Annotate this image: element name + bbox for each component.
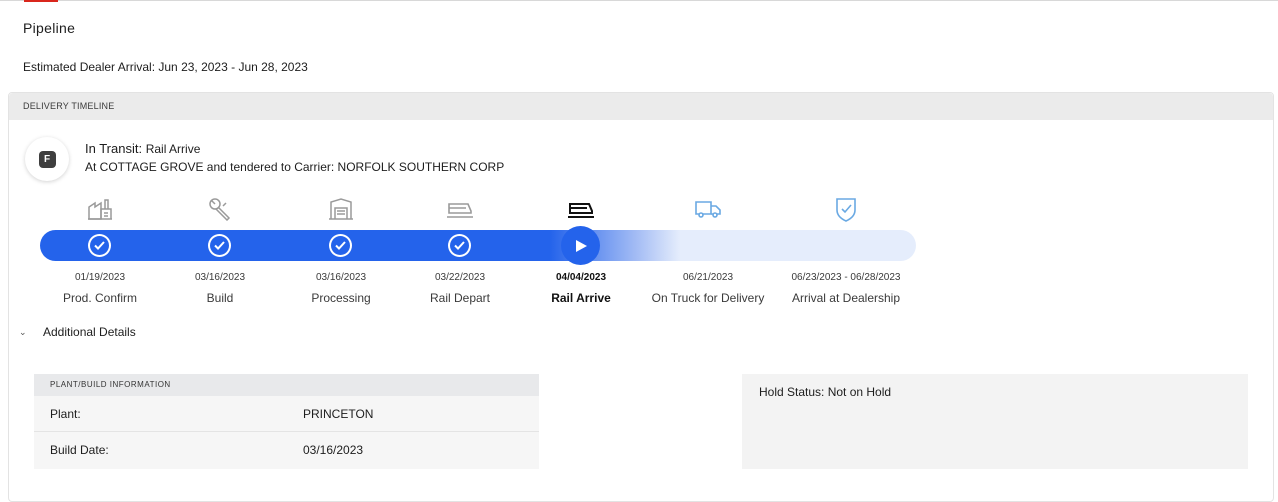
progress-track	[40, 230, 916, 261]
top-divider	[0, 0, 1278, 1]
step-date: 04/04/2023	[555, 272, 607, 283]
delivery-timeline-card: DELIVERY TIMELINE F In Transit: Rail Arr…	[8, 92, 1274, 502]
hold-status-panel: Hold Status: Not on Hold	[742, 374, 1248, 469]
estimated-arrival: Estimated Dealer Arrival: Jun 23, 2023 -…	[23, 60, 308, 74]
info-value: PRINCETON	[303, 407, 374, 421]
step-complete-check	[329, 234, 352, 257]
step-label: Arrival at Dealership	[791, 291, 901, 305]
truck-icon	[693, 196, 723, 222]
step-complete-check	[88, 234, 111, 257]
additional-details-label: Additional Details	[43, 325, 136, 339]
info-label: Plant:	[50, 407, 81, 421]
step-date: 03/22/2023	[434, 272, 486, 283]
step-date: 01/19/2023	[74, 272, 126, 283]
step-complete-check	[448, 234, 471, 257]
hold-status: Hold Status: Not on Hold	[759, 385, 892, 399]
step-label: On Truck for Delivery	[651, 291, 765, 305]
wrench-icon	[205, 196, 235, 222]
rail-icon	[566, 196, 596, 222]
rail-icon	[445, 196, 475, 222]
info-value: 03/16/2023	[303, 443, 364, 457]
processing-icon	[326, 196, 356, 222]
step-label: Build	[206, 291, 234, 305]
step-label: Rail Depart	[429, 291, 491, 305]
active-tab-indicator	[24, 0, 58, 2]
step-label: Rail Arrive	[551, 291, 611, 305]
step-label: Prod. Confirm	[62, 291, 138, 305]
delivery-timeline: 01/19/2023 03/16/2023 03/16/2023 03/22/2…	[9, 93, 1275, 323]
current-step-play-icon	[561, 226, 600, 265]
info-row: Build Date: 03/16/2023	[34, 432, 539, 468]
additional-details-toggle[interactable]: ⌄ Additional Details	[19, 325, 136, 339]
panel-header: PLANT/BUILD INFORMATION	[34, 374, 539, 396]
step-date: 06/23/2023 - 06/28/2023	[791, 272, 901, 283]
plant-build-panel: PLANT/BUILD INFORMATION Plant: PRINCETON…	[34, 374, 539, 469]
info-label: Build Date:	[50, 443, 109, 457]
step-complete-check	[208, 234, 231, 257]
chevron-down-icon: ⌄	[19, 326, 27, 337]
info-row: Plant: PRINCETON	[34, 396, 539, 432]
step-date: 06/21/2023	[682, 272, 734, 283]
step-date: 03/16/2023	[194, 272, 246, 283]
factory-icon	[85, 196, 115, 222]
shield-check-icon	[831, 196, 861, 222]
page-title: Pipeline	[23, 20, 76, 36]
